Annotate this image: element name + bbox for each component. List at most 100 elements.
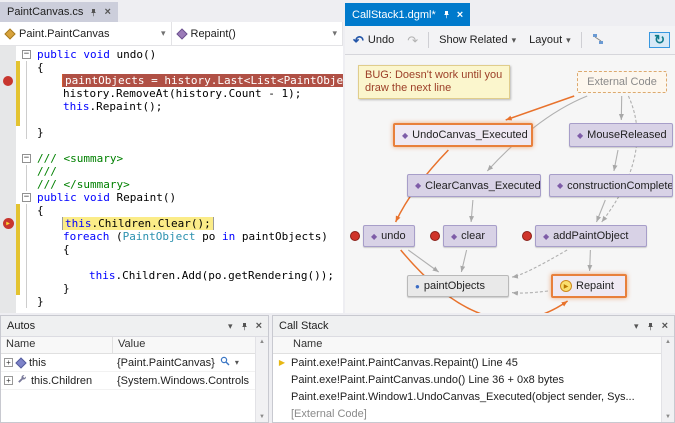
map-node-addPaintObject[interactable]: ◆addPaintObject <box>535 225 647 247</box>
map-edge-external-addPaintObject[interactable] <box>602 96 637 222</box>
breakpoint-margin[interactable] <box>0 204 16 217</box>
breakpoint-margin[interactable] <box>0 152 16 165</box>
breakpoint-margin[interactable] <box>0 139 16 152</box>
close-icon[interactable]: × <box>457 10 463 20</box>
code-editor[interactable]: −public void undo(){paintObjects = histo… <box>0 46 343 313</box>
code-text[interactable]: } <box>33 295 343 308</box>
code-text[interactable]: this.Children.Add(po.getRendering()); <box>33 269 343 282</box>
map-edge-clear-paintObjects[interactable] <box>461 250 466 272</box>
breakpoint-margin[interactable] <box>0 165 16 178</box>
code-text[interactable]: paintObjects = history.Last<List<PaintOb… <box>33 74 343 87</box>
breakpoint-margin[interactable] <box>0 256 16 269</box>
window-menu-icon[interactable]: ▾ <box>228 321 233 332</box>
code-line[interactable] <box>0 256 343 269</box>
code-line[interactable]: −public void undo() <box>0 48 343 61</box>
map-canvas[interactable]: BUG: Doesn't work until you draw the nex… <box>345 55 675 313</box>
chevron-down-icon[interactable]: ▾ <box>235 358 239 367</box>
magnifier-icon[interactable] <box>220 356 230 369</box>
code-line[interactable]: ▶ this.Children.Clear(); <box>0 217 343 230</box>
share-map-button[interactable] <box>589 31 607 50</box>
code-text[interactable]: } <box>33 126 343 139</box>
fold-collapse-icon[interactable]: − <box>20 152 33 165</box>
pin-icon[interactable] <box>646 322 655 331</box>
code-text[interactable]: /// <box>33 165 343 178</box>
breakpoint-margin[interactable] <box>0 178 16 191</box>
scroll-up-icon[interactable]: ▲ <box>259 339 265 345</box>
code-text[interactable]: { <box>33 61 343 74</box>
breakpoint-margin[interactable] <box>0 126 16 139</box>
window-menu-icon[interactable]: ▾ <box>634 321 639 332</box>
breakpoint-indicator[interactable] <box>0 74 16 87</box>
code-line[interactable]: { <box>0 61 343 74</box>
code-text[interactable]: foreach (PaintObject po in paintObjects) <box>33 230 343 243</box>
code-text[interactable]: { <box>33 243 343 256</box>
code-line[interactable] <box>0 113 343 126</box>
map-node-repaint[interactable]: ▶Repaint <box>551 274 627 298</box>
close-icon[interactable]: × <box>662 321 668 331</box>
code-line[interactable]: } <box>0 282 343 295</box>
code-line[interactable] <box>0 139 343 152</box>
code-line[interactable]: history.RemoveAt(history.Count - 1); <box>0 87 343 100</box>
map-node-clear[interactable]: ◆clear <box>443 225 497 247</box>
map-node-paintObjects[interactable]: ●paintObjects <box>407 275 509 297</box>
code-text[interactable]: public void Repaint() <box>33 191 343 204</box>
code-line[interactable]: /// </summary> <box>0 178 343 191</box>
map-node-undo[interactable]: ◆undo <box>363 225 415 247</box>
map-edge-external-undoCanvasExecuted[interactable] <box>506 96 575 120</box>
callstack-frame[interactable]: Paint.exe!Paint.PaintCanvas.undo() Line … <box>273 371 674 388</box>
breakpoint-margin[interactable] <box>0 269 16 282</box>
autos-row[interactable]: +this.Children{System.Windows.Controls <box>1 372 268 390</box>
pin-icon[interactable] <box>442 10 451 19</box>
code-line[interactable]: −public void Repaint() <box>0 191 343 204</box>
breakpoint-margin[interactable] <box>0 295 16 308</box>
code-text[interactable]: history.RemoveAt(history.Count - 1); <box>33 87 343 100</box>
tab-callstack-dgml[interactable]: CallStack1.dgml* × <box>345 3 470 26</box>
code-line[interactable]: paintObjects = history.Last<List<PaintOb… <box>0 74 343 87</box>
map-edge-undo-paintObjects[interactable] <box>408 250 438 272</box>
map-edge-clearCanvasExecuted-clear[interactable] <box>471 200 473 222</box>
tab-paintcanvas[interactable]: PaintCanvas.cs × <box>0 2 118 22</box>
auto-update-toggle-button[interactable]: ↻ <box>649 32 670 48</box>
breakpoint-margin[interactable] <box>0 191 16 204</box>
scroll-down-icon[interactable]: ▼ <box>259 414 265 420</box>
type-dropdown[interactable]: Paint.PaintCanvas ▾ <box>0 22 172 45</box>
code-line[interactable]: { <box>0 243 343 256</box>
autos-scrollbar[interactable]: ▲ ▼ <box>255 337 268 422</box>
pin-icon[interactable] <box>89 8 98 17</box>
map-node-clearCanvasExecuted[interactable]: ◆ClearCanvas_Executed <box>407 174 541 197</box>
member-dropdown[interactable]: Repaint() ▾ <box>172 22 344 45</box>
breakpoint-margin[interactable] <box>0 61 16 74</box>
layout-dropdown[interactable]: Layout ▾ <box>526 32 574 48</box>
callstack-frame[interactable]: [External Code] <box>273 405 674 422</box>
scroll-down-icon[interactable]: ▼ <box>665 414 671 420</box>
close-icon[interactable]: × <box>104 7 110 17</box>
expand-icon[interactable]: + <box>4 376 13 385</box>
undo-button[interactable]: ↶ Undo <box>350 32 397 48</box>
pin-icon[interactable] <box>240 322 249 331</box>
code-line[interactable]: } <box>0 126 343 139</box>
code-line[interactable]: } <box>0 295 343 308</box>
autos-row[interactable]: +this{Paint.PaintCanvas}▾ <box>1 354 268 372</box>
map-node-external[interactable]: External Code <box>577 71 667 93</box>
code-text[interactable]: /// <summary> <box>33 152 343 165</box>
map-node-mouseReleased[interactable]: ◆MouseReleased <box>569 123 673 147</box>
breakpoint-margin[interactable] <box>0 113 16 126</box>
code-line[interactable]: foreach (PaintObject po in paintObjects) <box>0 230 343 243</box>
breakpoint-margin[interactable] <box>0 100 16 113</box>
code-text[interactable]: this.Repaint(); <box>33 100 343 113</box>
callstack-frame[interactable]: ▶Paint.exe!Paint.PaintCanvas.Repaint() L… <box>273 354 674 371</box>
map-edge-repaint-paintObjects[interactable] <box>512 291 548 293</box>
breakpoint-margin[interactable] <box>0 230 16 243</box>
close-icon[interactable]: × <box>256 321 262 331</box>
code-text[interactable]: } <box>33 282 343 295</box>
current-statement-indicator[interactable]: ▶ <box>0 217 16 230</box>
map-node-undoCanvasExecuted[interactable]: ◆UndoCanvas_Executed <box>393 123 533 147</box>
code-line[interactable]: /// <box>0 165 343 178</box>
fold-collapse-icon[interactable]: − <box>20 48 33 61</box>
scroll-up-icon[interactable]: ▲ <box>665 339 671 345</box>
expand-icon[interactable]: + <box>4 358 13 367</box>
code-text[interactable]: this.Children.Clear(); <box>33 217 343 230</box>
callstack-scrollbar[interactable]: ▲ ▼ <box>661 337 674 422</box>
fold-collapse-icon[interactable]: − <box>20 191 33 204</box>
code-text[interactable]: /// </summary> <box>33 178 343 191</box>
